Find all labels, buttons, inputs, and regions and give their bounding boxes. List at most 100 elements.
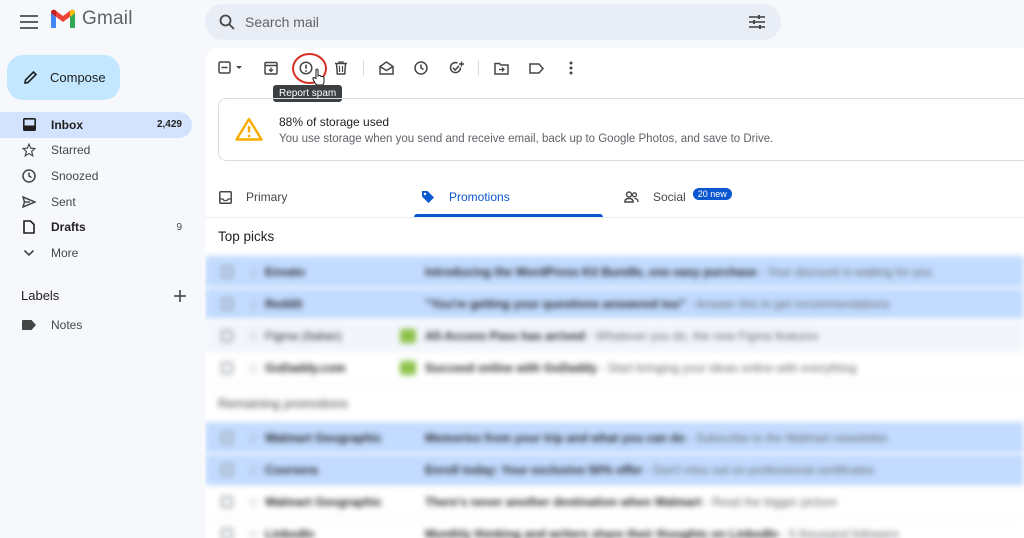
row-checkbox[interactable] xyxy=(221,464,233,476)
row-checkbox[interactable] xyxy=(221,298,233,310)
search-icon[interactable] xyxy=(219,14,235,30)
search-options-icon[interactable] xyxy=(749,15,765,29)
promo-tag-icon xyxy=(400,361,416,375)
email-subject: There's never another destination when W… xyxy=(425,495,837,509)
select-all-checkbox[interactable] xyxy=(217,58,245,78)
promo-tag-icon xyxy=(400,329,416,343)
star-icon[interactable]: ☆ xyxy=(247,264,260,281)
star-icon[interactable]: ☆ xyxy=(247,462,260,479)
email-row[interactable]: ☆ Walmart Geographic There's never anoth… xyxy=(205,486,1024,518)
row-checkbox[interactable] xyxy=(221,330,233,342)
sidebar-item-more[interactable]: More xyxy=(0,240,192,266)
storage-message: You use storage when you send and receiv… xyxy=(279,133,774,145)
sidebar-item-drafts[interactable]: Drafts 9 xyxy=(0,214,192,240)
archive-button[interactable] xyxy=(261,58,281,78)
hamburger-menu-icon xyxy=(20,15,38,29)
email-snippet: - Whatever you do, the new Figma feature… xyxy=(585,329,819,343)
sidebar-item-label: Drafts xyxy=(51,220,86,235)
email-sender: Walmart Geographic xyxy=(265,495,382,509)
email-snippet: - Read the bigger picture xyxy=(701,495,837,509)
labels-heading: Labels xyxy=(21,288,60,303)
labels-button[interactable] xyxy=(526,58,546,78)
app-name: Gmail xyxy=(82,8,133,29)
email-subject: "You're getting your questions answered … xyxy=(425,297,890,311)
star-icon[interactable]: ☆ xyxy=(247,430,260,447)
storage-banner: 88% of storage used You use storage when… xyxy=(218,98,1024,161)
add-to-tasks-button[interactable] xyxy=(446,58,466,78)
row-checkbox[interactable] xyxy=(221,496,233,508)
email-snippet: - Answer this to get recommendations xyxy=(685,297,890,311)
email-row[interactable]: ☆ LinkedIn Monthly thinking and writers … xyxy=(205,518,1024,538)
sidebar-item-starred[interactable]: Starred xyxy=(0,138,192,164)
star-icon xyxy=(22,143,36,158)
mark-as-read-button[interactable] xyxy=(376,58,396,78)
email-sender: Walmart Geographic xyxy=(265,431,382,445)
email-row[interactable]: ☆ Reddit "You're getting your questions … xyxy=(205,288,1024,320)
warning-icon xyxy=(235,117,263,141)
tab-label: Social xyxy=(653,190,686,204)
subject-text: Memories from your trip and what you can… xyxy=(425,431,686,445)
subject-text: Succeed online with GoDaddy xyxy=(425,361,598,375)
compose-button[interactable]: Compose xyxy=(7,55,120,100)
sidebar-item-label: Sent xyxy=(51,194,76,209)
tab-social[interactable]: Social 20 new xyxy=(624,176,732,218)
gmail-logo[interactable]: Gmail xyxy=(50,8,133,30)
send-icon xyxy=(22,195,36,209)
tab-primary[interactable]: Primary xyxy=(219,176,287,218)
tab-label: Primary xyxy=(246,190,288,204)
sidebar-item-inbox[interactable]: Inbox 2,429 xyxy=(0,112,192,138)
email-sender: Reddit xyxy=(265,297,303,311)
subject-text: Monthly thinking and writers share their… xyxy=(425,527,779,538)
subject-text: There's never another destination when W… xyxy=(425,495,702,509)
toolbar-divider xyxy=(363,60,364,76)
sidebar-item-sent[interactable]: Sent xyxy=(0,189,192,215)
email-sender: Coursera xyxy=(265,463,318,477)
star-icon[interactable]: ☆ xyxy=(247,494,260,511)
email-row[interactable]: ☆ GoDaddy.com Succeed online with GoDadd… xyxy=(205,352,1024,384)
inbox-icon xyxy=(219,190,232,204)
clock-icon xyxy=(22,169,36,183)
email-snippet: - Your discount is waiting for you xyxy=(756,265,933,279)
main-menu-button[interactable] xyxy=(16,10,42,34)
tab-label: Promotions xyxy=(449,190,510,204)
toolbar-divider xyxy=(478,60,479,76)
star-icon[interactable]: ☆ xyxy=(247,360,260,377)
row-checkbox[interactable] xyxy=(221,362,233,374)
people-icon xyxy=(624,191,639,203)
checkbox-indeterminate-icon xyxy=(218,61,242,74)
email-subject: Succeed online with GoDaddy - Start brin… xyxy=(425,361,857,375)
add-label-icon[interactable] xyxy=(174,289,186,302)
email-row[interactable]: ☆ Figma (Italian) All-Access Pass has ar… xyxy=(205,320,1024,352)
email-snippet: - Subscribe to the Walmart newsletter xyxy=(685,431,889,445)
search-bar[interactable] xyxy=(205,4,781,40)
trash-icon xyxy=(335,61,347,75)
label-item-notes[interactable]: Notes xyxy=(22,318,82,332)
email-subject: Enroll today: Your exclusive 50% offer -… xyxy=(425,463,874,477)
star-icon[interactable]: ☆ xyxy=(247,526,260,538)
row-checkbox[interactable] xyxy=(221,528,233,538)
email-subject: Introducing the WordPress Kit Bundle, on… xyxy=(425,265,932,279)
more-vertical-icon xyxy=(569,61,573,75)
sidebar-item-snoozed[interactable]: Snoozed xyxy=(0,163,192,189)
email-row[interactable]: ☆ Envato Introducing the WordPress Kit B… xyxy=(205,256,1024,288)
mail-panel: Report spam 88% of storage used You use … xyxy=(205,48,1024,538)
delete-button[interactable] xyxy=(331,58,351,78)
folder-move-icon xyxy=(493,62,509,75)
hand-cursor-icon xyxy=(312,68,325,86)
email-row[interactable]: ☆ Walmart Geographic Memories from your … xyxy=(205,422,1024,454)
top-picks-heading: Top picks xyxy=(218,229,275,244)
snooze-button[interactable] xyxy=(411,58,431,78)
compose-label: Compose xyxy=(50,70,106,85)
open-envelope-icon xyxy=(378,61,394,75)
tab-promotions[interactable]: Promotions xyxy=(421,176,510,218)
star-icon[interactable]: ☆ xyxy=(247,328,260,345)
email-row[interactable]: ☆ Coursera Enroll today: Your exclusive … xyxy=(205,454,1024,486)
row-checkbox[interactable] xyxy=(221,432,233,444)
gmail-m-icon xyxy=(51,9,75,28)
search-input[interactable] xyxy=(245,14,749,30)
more-options-button[interactable] xyxy=(561,58,581,78)
row-checkbox[interactable] xyxy=(221,266,233,278)
move-to-button[interactable] xyxy=(491,58,511,78)
star-icon[interactable]: ☆ xyxy=(247,296,260,313)
drafts-count: 9 xyxy=(176,221,182,233)
